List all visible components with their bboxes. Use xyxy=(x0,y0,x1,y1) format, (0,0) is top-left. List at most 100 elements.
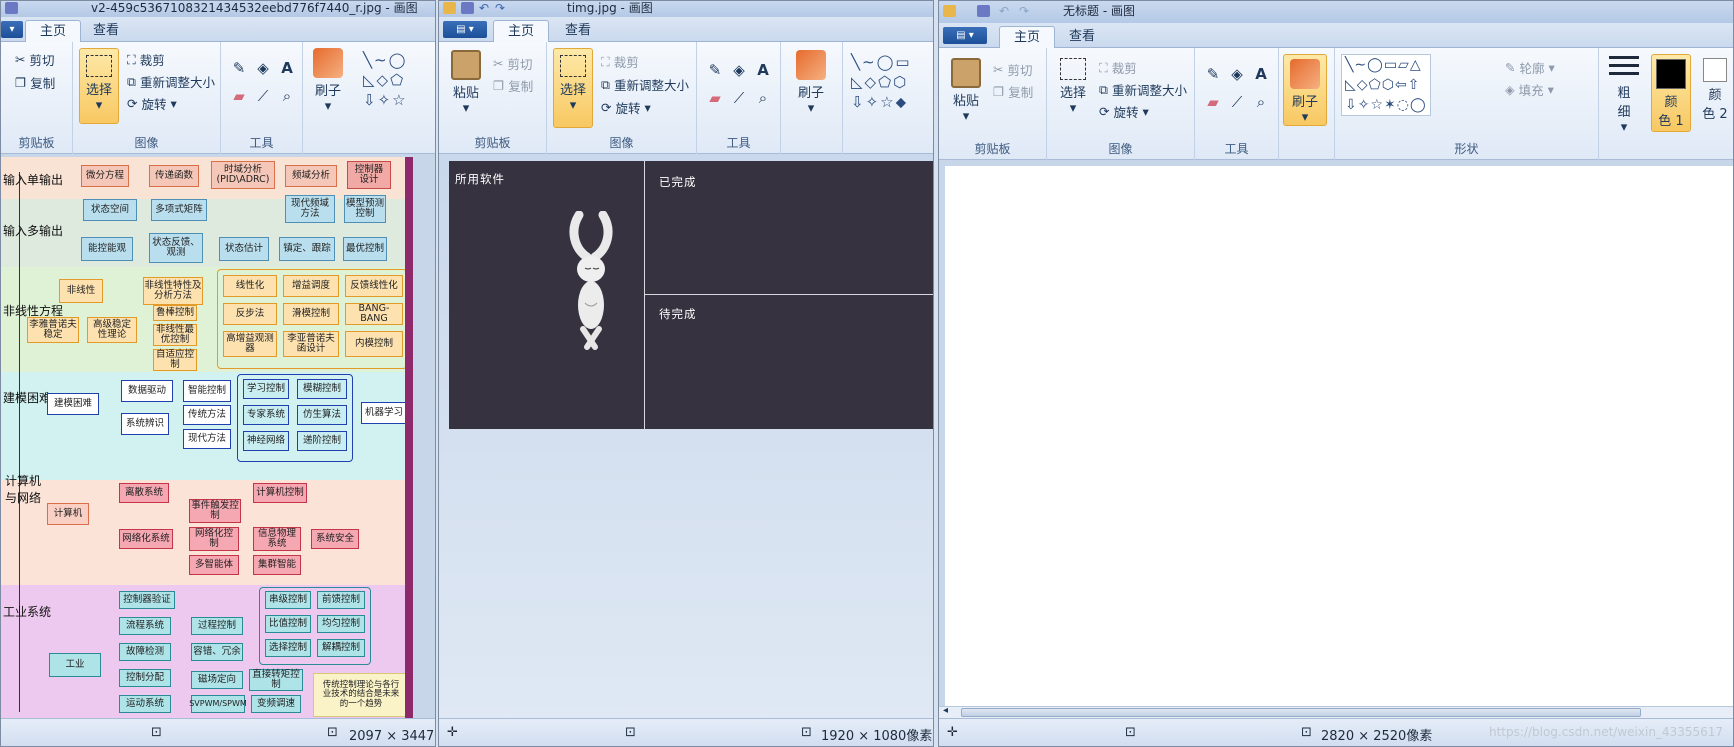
resize-button[interactable]: ⧉ 重新调整大小 xyxy=(1099,80,1187,99)
brush-icon xyxy=(313,48,343,78)
resize-button[interactable]: ⧉ 重新调整大小 xyxy=(127,72,215,91)
color1-button[interactable]: 颜 色 1 xyxy=(1651,54,1691,132)
paste-button[interactable]: 粘贴 ▾ xyxy=(945,58,987,124)
file-menu-button[interactable]: ▾ xyxy=(1,21,23,38)
color-picker-icon[interactable]: ⟋ xyxy=(729,88,749,108)
tab-home[interactable]: 主页 xyxy=(999,26,1056,49)
node-nonlinear-optimal: 非线性最 优控制 xyxy=(153,324,197,346)
copy-button[interactable]: ❐ 复制 xyxy=(493,76,533,95)
magnifier-icon[interactable]: ⌕ xyxy=(1251,92,1271,112)
tools-group: ✎ ◈ A ▰ ⟋ ⌕ 工具 xyxy=(697,42,781,154)
save-icon[interactable] xyxy=(5,2,18,14)
dark-layout-image[interactable]: 所用软件 已完成 待完成 xyxy=(449,161,933,429)
select-rect-icon xyxy=(86,55,112,77)
fill-button[interactable]: ◈ 填充 ▾ xyxy=(1505,80,1554,99)
image-group-label: 图像 xyxy=(134,136,159,150)
eraser-icon[interactable]: ▰ xyxy=(705,88,725,108)
crop-icon: ⛶ xyxy=(1099,59,1108,75)
crop-button[interactable]: ⛶ 裁剪 xyxy=(601,52,639,71)
select-button[interactable]: 选择 ▾ xyxy=(1053,58,1093,116)
tab-view[interactable]: 查看 xyxy=(79,20,133,43)
fill-icon[interactable]: ◈ xyxy=(253,58,273,78)
band-label-network: 计算机与网络 xyxy=(4,474,41,505)
horizontal-scrollbar[interactable]: ◂ xyxy=(939,705,1733,718)
select-button[interactable]: 选择 ▾ xyxy=(553,48,593,128)
copy-button[interactable]: ❐ 复制 xyxy=(993,82,1033,101)
rotate-button[interactable]: ⟳ 旋转 ▾ xyxy=(601,98,651,117)
shapes-gallery[interactable]: ╲∼◯ ◺◇⬠ ⇩✧☆ xyxy=(363,50,408,110)
outline-icon: ✎ xyxy=(1505,60,1516,75)
band-label-siso: 输入单输出 xyxy=(3,173,64,187)
crop-button[interactable]: ⛶ 裁剪 xyxy=(1099,58,1137,77)
file-menu-button[interactable]: ▤ ▾ xyxy=(943,27,987,44)
node-svpwm: SVPWM/SPWM xyxy=(189,695,247,713)
node-motion-system: 运动系统 xyxy=(119,695,171,713)
fill-icon[interactable]: ◈ xyxy=(1227,64,1247,84)
color2-button[interactable]: 颜 色 2 xyxy=(1697,58,1733,122)
image-group-label: 图像 xyxy=(609,136,634,150)
copy-button[interactable]: ❐ 复制 xyxy=(15,73,55,92)
tab-home[interactable]: 主页 xyxy=(493,20,550,43)
shapes-gallery[interactable]: ╲∼◯▭ ◺◇⬠⬡ ⇩✧☆⬥ xyxy=(851,52,912,112)
node-modern-freq: 现代频域 方法 xyxy=(285,195,335,223)
magnifier-icon[interactable]: ⌕ xyxy=(753,88,773,108)
copy-icon: ❐ xyxy=(993,84,1005,99)
brush-button[interactable]: 刷子 ▾ xyxy=(307,48,349,114)
diagram-image[interactable]: 输入单输出 输入多输出 非线性方程 建模困难 计算机与网络 工业系统 微分方程 … xyxy=(1,157,413,720)
save-icon[interactable] xyxy=(977,5,990,17)
cut-button[interactable]: ✂ 剪切 xyxy=(15,50,55,69)
file-menu-button[interactable]: ▤ ▾ xyxy=(443,21,487,38)
fill-icon[interactable]: ◈ xyxy=(729,60,749,80)
shapes-group: ╲∼◯▭▱△ ◺◇⬠⬡⇦⇧ ⇩✧☆✶◌◯ ✎ 轮廓 ▾ ◈ 填充 ▾ 形状 xyxy=(1335,48,1599,160)
paint-window-2: ↶ ↷ timg.jpg - 画图 ▤ ▾ 主页 查看 粘贴 ▾ ✂ 剪切 ❐ 复制 … xyxy=(438,0,934,747)
text-icon[interactable]: A xyxy=(1251,64,1271,84)
node-time-domain: 时域分析 (PID\ADRC) xyxy=(211,161,275,189)
cut-button[interactable]: ✂ 剪切 xyxy=(493,54,533,73)
node-uniform-control: 均匀控制 xyxy=(317,615,365,633)
pencil-icon[interactable]: ✎ xyxy=(705,60,725,80)
node-cps: 信息物理 系统 xyxy=(253,527,301,551)
magnifier-icon[interactable]: ⌕ xyxy=(277,86,297,106)
outline-button[interactable]: ✎ 轮廓 ▾ xyxy=(1505,58,1555,77)
cut-button[interactable]: ✂ 剪切 xyxy=(993,60,1033,79)
select-button[interactable]: 选择 ▾ xyxy=(79,48,119,124)
blank-canvas[interactable] xyxy=(945,166,1733,706)
eraser-icon[interactable]: ▰ xyxy=(229,86,249,106)
image-size-text: 2820 × 2520像素 xyxy=(1321,729,1433,744)
trend-note: 传统控制理论与各行 业技术的结合是未来 的一个趋势 xyxy=(313,673,405,717)
paste-button[interactable]: 粘贴 ▾ xyxy=(445,50,487,116)
tab-view[interactable]: 查看 xyxy=(551,20,605,43)
node-bang-bang: BANG-BANG xyxy=(345,303,403,325)
redo-icon[interactable]: ↷ xyxy=(1019,4,1029,18)
size-button[interactable]: 粗 细 ▾ xyxy=(1603,56,1645,135)
color-picker-icon[interactable]: ⟋ xyxy=(253,86,273,106)
resize-icon: ⧉ xyxy=(1099,81,1108,97)
ribbon-tabs: ▾ 主页 查看 xyxy=(1,17,435,43)
rotate-button[interactable]: ⟳ 旋转 ▾ xyxy=(1099,102,1149,121)
resize-button[interactable]: ⧉ 重新调整大小 xyxy=(601,75,689,94)
node-state-space: 状态空间 xyxy=(83,199,137,221)
scroll-thumb[interactable] xyxy=(961,708,1641,717)
redo-icon[interactable]: ↷ xyxy=(495,1,505,15)
undo-icon[interactable]: ↶ xyxy=(999,4,1009,18)
undo-icon[interactable]: ↶ xyxy=(479,1,489,15)
shapes-gallery[interactable]: ╲∼◯▭▱△ ◺◇⬠⬡⇦⇧ ⇩✧☆✶◌◯ xyxy=(1341,54,1431,116)
node-networked-control: 网络化控 制 xyxy=(189,527,239,551)
color-picker-icon[interactable]: ⟋ xyxy=(1227,92,1247,112)
canvas-area xyxy=(939,160,1733,706)
save-icon[interactable] xyxy=(461,2,474,14)
brush-button[interactable]: 刷子 ▾ xyxy=(789,50,833,116)
brush-button[interactable]: 刷子 ▾ xyxy=(1283,54,1327,126)
rotate-button[interactable]: ⟳ 旋转 ▾ xyxy=(127,94,177,113)
text-icon[interactable]: A xyxy=(753,60,773,80)
node-transfer-fn: 传递函数 xyxy=(149,165,199,187)
pencil-icon[interactable]: ✎ xyxy=(229,58,249,78)
scroll-left-icon[interactable]: ◂ xyxy=(943,705,948,716)
tab-view[interactable]: 查看 xyxy=(1055,26,1109,49)
image-size-text: 1920 × 1080像素 xyxy=(821,729,933,744)
crop-button[interactable]: ⛶ 裁剪 xyxy=(127,50,165,69)
pencil-icon[interactable]: ✎ xyxy=(1203,64,1223,84)
tab-home[interactable]: 主页 xyxy=(25,20,82,43)
eraser-icon[interactable]: ▰ xyxy=(1203,92,1223,112)
text-icon[interactable]: A xyxy=(277,58,297,78)
